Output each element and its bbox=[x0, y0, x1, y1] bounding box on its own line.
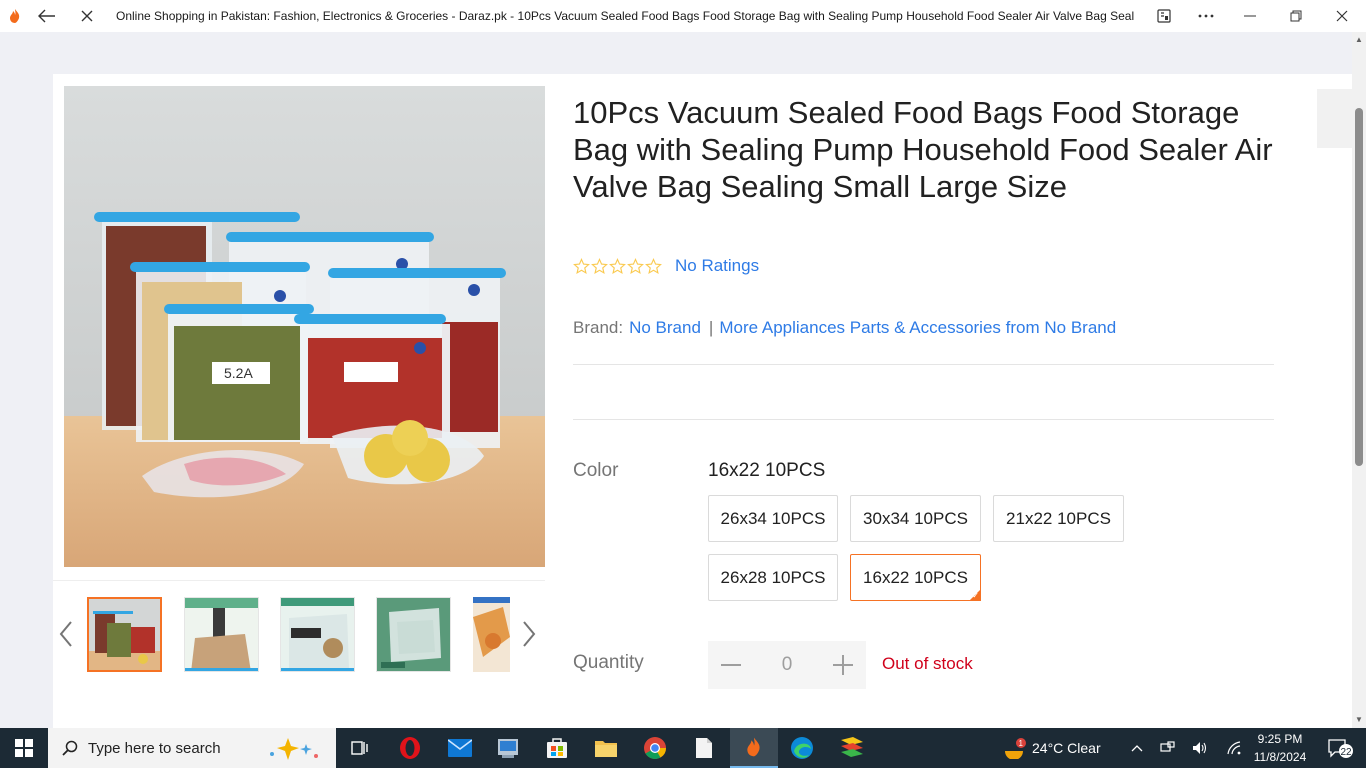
gallery-divider bbox=[53, 580, 545, 581]
chrome-icon[interactable] bbox=[635, 728, 675, 768]
brand-separator: | bbox=[708, 318, 714, 337]
search-icon bbox=[62, 740, 78, 756]
chevron-up-icon[interactable] bbox=[1126, 728, 1148, 768]
microsoft-store-icon[interactable] bbox=[537, 728, 577, 768]
quantity-stepper: 0 bbox=[708, 641, 866, 689]
product-title: 10Pcs Vacuum Sealed Food Bags Food Stora… bbox=[573, 95, 1273, 204]
file-explorer-app-icon[interactable] bbox=[488, 728, 528, 768]
scroll-down-arrow-icon[interactable]: ▼ bbox=[1352, 714, 1366, 726]
svg-text:5.2A: 5.2A bbox=[224, 365, 253, 381]
color-option-21x22[interactable]: 21x22 10PCS bbox=[993, 495, 1124, 542]
page-scrollbar[interactable]: ▲ ▼ bbox=[1352, 32, 1366, 728]
weather-icon[interactable]: 1 bbox=[998, 728, 1030, 768]
daraz-taskbar-icon[interactable] bbox=[730, 728, 778, 768]
search-highlights-sparkle-icon bbox=[270, 738, 318, 760]
color-option-30x34[interactable]: 30x34 10PCS bbox=[850, 495, 981, 542]
color-label: Color bbox=[573, 460, 619, 481]
star-empty-icon bbox=[591, 257, 608, 274]
minimize-icon[interactable] bbox=[1234, 0, 1266, 32]
star-empty-icon bbox=[627, 257, 644, 274]
brand-label: Brand: bbox=[573, 318, 624, 337]
quantity-label: Quantity bbox=[573, 652, 644, 673]
brand-row: Brand: No Brand | More Appliances Parts … bbox=[573, 318, 1116, 338]
windows-taskbar: Type here to search 1 24°C Clear 9:25 PM… bbox=[0, 728, 1366, 768]
taskbar-search-box[interactable]: Type here to search bbox=[48, 728, 336, 768]
divider bbox=[573, 364, 1274, 365]
star-empty-icon bbox=[573, 257, 590, 274]
stock-status: Out of stock bbox=[882, 654, 973, 673]
clock-time: 9:25 PM bbox=[1257, 732, 1303, 746]
color-option-26x34[interactable]: 26x34 10PCS bbox=[708, 495, 838, 542]
rating-row: No Ratings bbox=[573, 256, 759, 276]
gallery-thumbnail-2[interactable] bbox=[184, 597, 259, 672]
taskbar-clock[interactable]: 9:25 PM 11/8/2024 bbox=[1244, 730, 1316, 766]
selected-color-value: 16x22 10PCS bbox=[708, 460, 826, 481]
task-view-icon[interactable] bbox=[340, 728, 380, 768]
app-view-icon[interactable] bbox=[1150, 0, 1178, 32]
scrollbar-thumb[interactable] bbox=[1355, 108, 1363, 466]
tab-title: Online Shopping in Pakistan: Fashion, El… bbox=[116, 9, 1134, 23]
star-rating bbox=[573, 257, 663, 275]
color-option-label: 16x22 10PCS bbox=[863, 567, 968, 587]
folder-icon[interactable] bbox=[586, 728, 626, 768]
edge-icon[interactable] bbox=[782, 728, 822, 768]
more-options-icon[interactable] bbox=[1190, 0, 1222, 32]
network-ethernet-icon[interactable] bbox=[1156, 728, 1180, 768]
side-panel-stub bbox=[1317, 89, 1352, 148]
gallery-thumbnail-1[interactable] bbox=[87, 597, 162, 672]
wifi-icon[interactable] bbox=[1222, 728, 1246, 768]
color-option-16x22-selected[interactable]: 16x22 10PCS ✓ bbox=[850, 554, 981, 601]
ratings-link[interactable]: No Ratings bbox=[675, 256, 759, 276]
plus-icon bbox=[833, 655, 853, 675]
close-icon[interactable] bbox=[1326, 0, 1358, 32]
notepad-icon[interactable] bbox=[684, 728, 724, 768]
star-empty-icon bbox=[645, 257, 662, 274]
restore-icon[interactable] bbox=[1280, 0, 1312, 32]
gallery-thumbnail-5[interactable] bbox=[473, 597, 510, 672]
divider bbox=[573, 419, 1274, 420]
quantity-value[interactable]: 0 bbox=[754, 641, 820, 689]
more-from-brand-link[interactable]: More Appliances Parts & Accessories from… bbox=[719, 318, 1116, 338]
clock-date: 11/8/2024 bbox=[1253, 750, 1307, 764]
product-card: 5.2A 10Pcs Vacuum Sealed Food Bags Food … bbox=[53, 74, 1352, 728]
volume-icon[interactable] bbox=[1188, 728, 1212, 768]
svg-text:1: 1 bbox=[1019, 739, 1024, 748]
increase-quantity-button[interactable] bbox=[820, 641, 866, 689]
weather-text[interactable]: 24°C Clear bbox=[1032, 728, 1108, 768]
svg-text:22: 22 bbox=[1341, 747, 1353, 758]
main-product-image[interactable]: 5.2A bbox=[64, 86, 545, 567]
star-empty-icon bbox=[609, 257, 626, 274]
gallery-thumbnail-4[interactable] bbox=[376, 597, 451, 672]
stop-loading-icon[interactable] bbox=[74, 0, 100, 32]
minus-icon bbox=[721, 664, 741, 666]
page-viewport: 5.2A 10Pcs Vacuum Sealed Food Bags Food … bbox=[0, 32, 1352, 728]
checkmark-icon: ✓ bbox=[972, 591, 979, 600]
decrease-quantity-button[interactable] bbox=[708, 641, 754, 689]
gallery-prev-arrow-icon[interactable] bbox=[56, 619, 76, 649]
gallery-next-arrow-icon[interactable] bbox=[519, 619, 539, 649]
windows-start-icon[interactable] bbox=[0, 728, 48, 768]
mail-icon[interactable] bbox=[440, 728, 480, 768]
browser-title-bar: Online Shopping in Pakistan: Fashion, El… bbox=[0, 0, 1366, 32]
scroll-up-arrow-icon[interactable]: ▲ bbox=[1352, 34, 1366, 46]
gallery-thumbnail-3[interactable] bbox=[280, 597, 355, 672]
back-arrow-icon[interactable] bbox=[32, 0, 62, 32]
opera-icon[interactable] bbox=[390, 728, 430, 768]
search-placeholder: Type here to search bbox=[88, 739, 221, 757]
brand-link[interactable]: No Brand bbox=[629, 318, 701, 338]
daraz-app-icon bbox=[4, 0, 26, 32]
notification-center-icon[interactable]: 22 bbox=[1320, 728, 1360, 768]
color-option-26x28[interactable]: 26x28 10PCS bbox=[708, 554, 838, 601]
bluestacks-icon[interactable] bbox=[830, 728, 874, 768]
